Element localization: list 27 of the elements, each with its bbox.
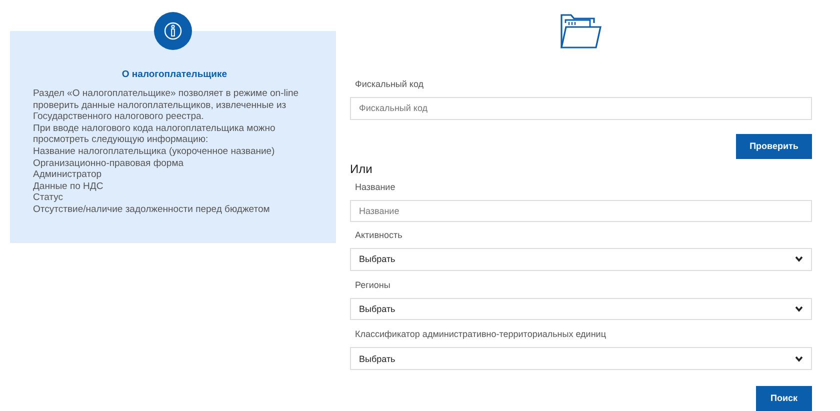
info-item: Название налогоплательщика (укороченное название) — [33, 146, 276, 158]
field-label: Фискальный код — [354, 79, 425, 89]
description-text: При вводе налогового кода налогоплательщика можно просмотреть следующую информацию: — [33, 122, 276, 146]
chevron-icon — [795, 306, 803, 312]
field-label: Активность — [354, 230, 404, 240]
field-label: Регионы — [354, 280, 392, 290]
info-item: Отсутствие/наличие задолженности перед бюджетом — [33, 204, 271, 216]
panel-title: О налогоплательщике — [120, 69, 228, 80]
chevron-icon — [795, 356, 803, 362]
name-field[interactable]: Название — [350, 200, 812, 222]
dropdown[interactable]: Выбрать — [350, 248, 812, 271]
or-label: Или — [350, 162, 374, 176]
chevron-icon — [795, 256, 803, 262]
info-item: Статус — [33, 192, 64, 204]
dropdown[interactable]: Выбрать — [350, 298, 812, 320]
description-text: Раздел «О налогоплательщике» позволяет в режиме on-line проверить данные налогоплательщиков, извлеченные из Государственного налогового реестра. — [33, 88, 300, 123]
folder-icon — [560, 13, 602, 49]
field-label: Название — [354, 182, 396, 192]
dropdown[interactable]: Выбрать — [350, 347, 812, 370]
info-item: Данные по НДС — [33, 180, 104, 192]
fiscal-code-field[interactable]: Фискальный код — [350, 97, 812, 120]
info-item: Администратор — [33, 169, 103, 181]
search-button[interactable]: Поиск — [756, 386, 812, 411]
field-label: Классификатор административно-территориальных единиц — [354, 329, 607, 340]
info-item: Организационно-правовая форма — [33, 158, 185, 170]
check-button[interactable]: Проверить — [736, 134, 812, 159]
info-icon — [154, 12, 192, 50]
